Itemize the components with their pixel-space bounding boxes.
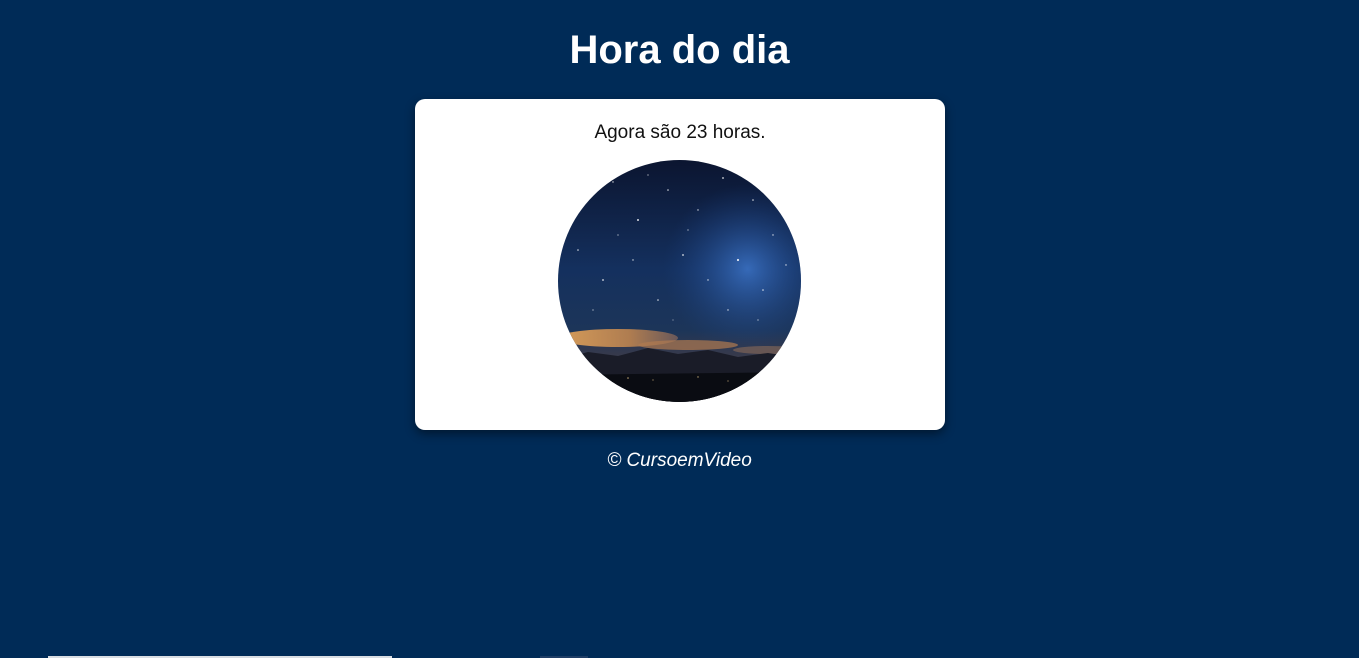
time-card: Agora são 23 horas. (415, 99, 945, 430)
night-sky-photo (558, 160, 801, 402)
copyright-footer: © CursoemVideo (607, 450, 752, 471)
page-title: Hora do dia (569, 28, 790, 72)
time-message: Agora são 23 horas. (594, 122, 766, 143)
